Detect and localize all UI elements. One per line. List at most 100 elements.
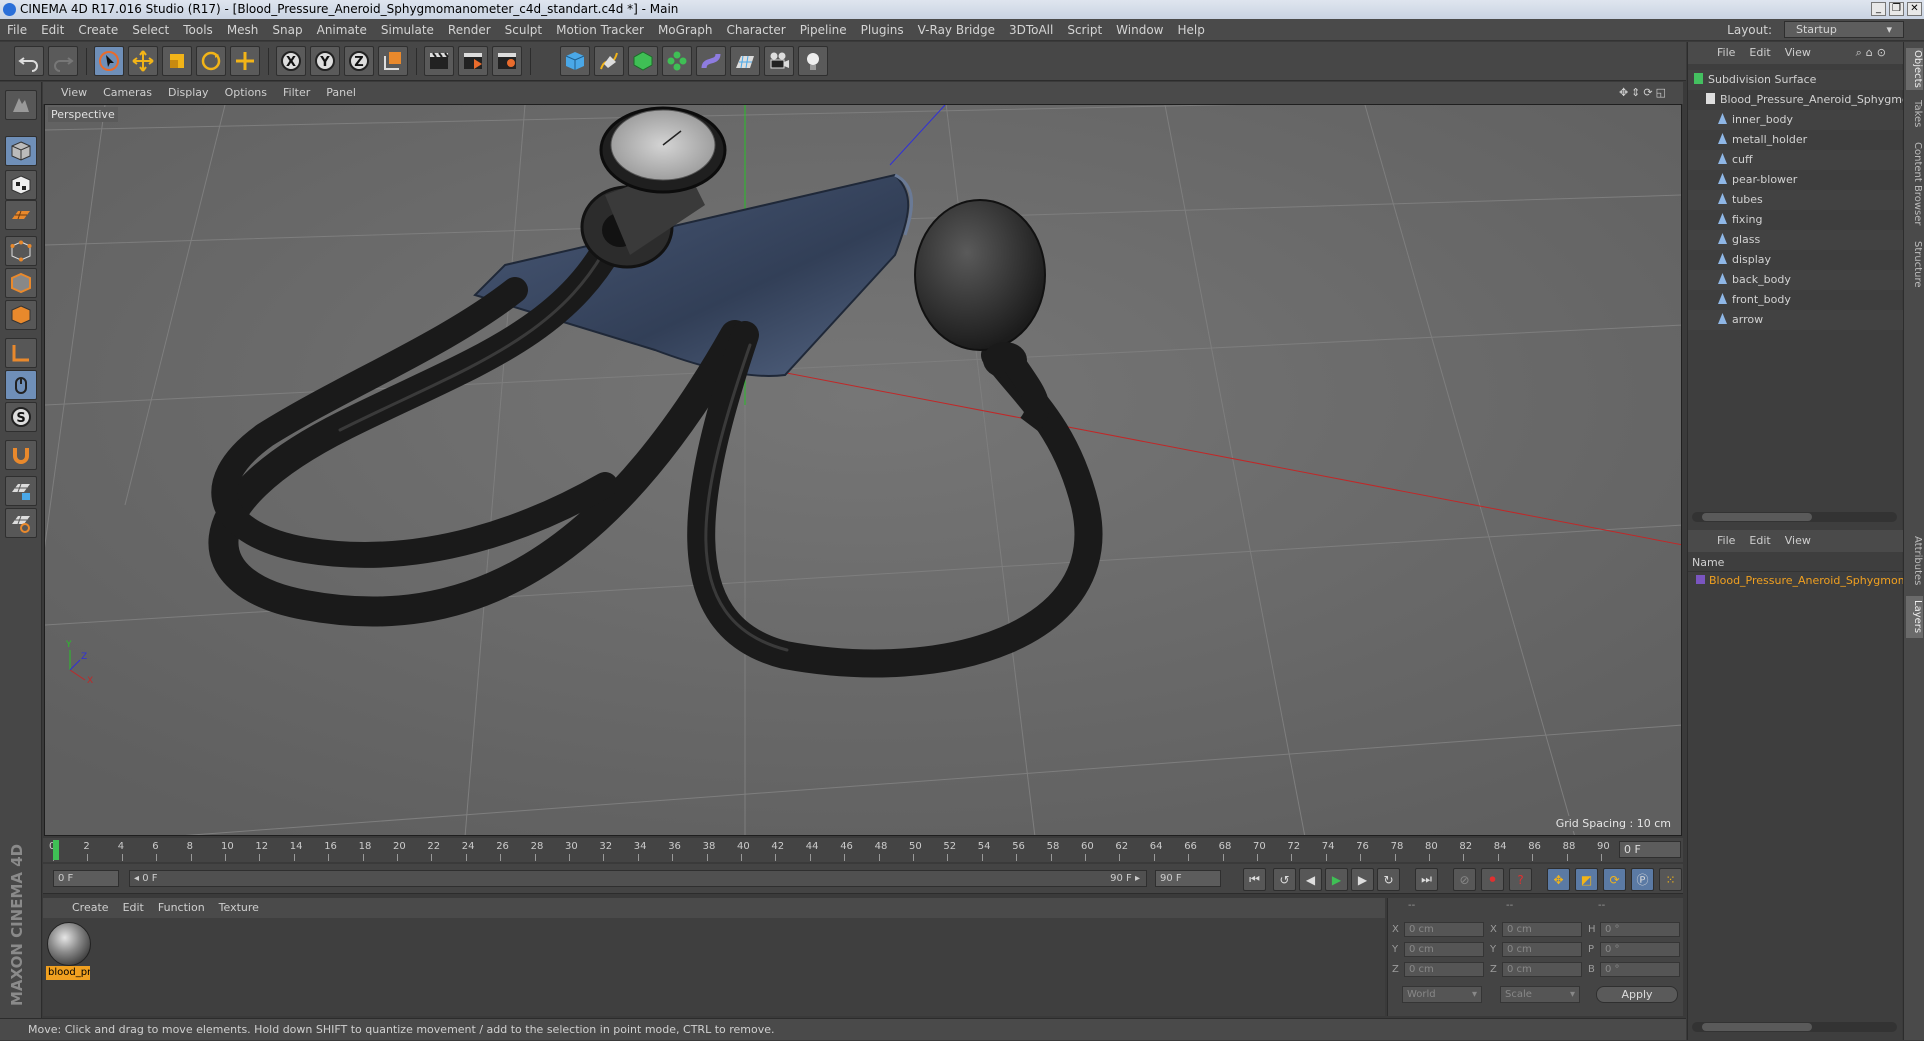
- render-settings-button[interactable]: [492, 46, 522, 76]
- play-button[interactable]: ▶: [1325, 868, 1348, 891]
- menu-create[interactable]: Create: [71, 19, 125, 41]
- cube-object-button[interactable]: [560, 46, 590, 76]
- menu-snap[interactable]: Snap: [265, 19, 309, 41]
- viewport-menu-options[interactable]: Options: [217, 82, 275, 104]
- texture-mode-button[interactable]: [5, 170, 37, 200]
- pen-spline-button[interactable]: [594, 46, 624, 76]
- tab-layers[interactable]: Layers: [1906, 596, 1923, 638]
- minimize-button[interactable]: _: [1871, 2, 1886, 16]
- layer-menu-view[interactable]: View: [1778, 530, 1818, 552]
- layer-manager-scrollbar[interactable]: [1692, 1022, 1897, 1032]
- z-axis-lock-button[interactable]: Z: [344, 46, 374, 76]
- make-editable-button[interactable]: [5, 90, 37, 120]
- object-row[interactable]: cuff: [1688, 150, 1903, 170]
- menu-character[interactable]: Character: [719, 19, 792, 41]
- tweak-mode-button[interactable]: [5, 370, 37, 400]
- material-thumbnail[interactable]: [47, 922, 91, 966]
- object-manager-search-icons[interactable]: ⌕⌂⊙: [1849, 42, 1897, 64]
- edges-mode-button[interactable]: [5, 268, 37, 298]
- layer-menu-edit[interactable]: Edit: [1742, 530, 1777, 552]
- object-row[interactable]: metall_holder: [1688, 130, 1903, 150]
- material-menu-function[interactable]: Function: [151, 898, 212, 918]
- menu-pipeline[interactable]: Pipeline: [793, 19, 854, 41]
- current-frame-field[interactable]: 0 F: [1619, 841, 1681, 858]
- viewport-menu-cameras[interactable]: Cameras: [95, 82, 160, 104]
- menu-window[interactable]: Window: [1109, 19, 1170, 41]
- menu-plugins[interactable]: Plugins: [854, 19, 911, 41]
- object-row[interactable]: front_body: [1688, 290, 1903, 310]
- live-selection-button[interactable]: [94, 46, 124, 76]
- key-scale-button[interactable]: ◩: [1575, 868, 1598, 891]
- menu-sculpt[interactable]: Sculpt: [498, 19, 549, 41]
- tab-attributes[interactable]: Attributes: [1906, 532, 1923, 590]
- menu-script[interactable]: Script: [1060, 19, 1109, 41]
- apply-button[interactable]: Apply: [1596, 986, 1678, 1003]
- menu-edit[interactable]: Edit: [34, 19, 71, 41]
- close-button[interactable]: ✕: [1907, 2, 1922, 16]
- tab-takes[interactable]: Takes: [1906, 96, 1923, 132]
- coordinate-mode-select[interactable]: World ▾: [1402, 986, 1482, 1003]
- object-row[interactable]: arrow: [1688, 310, 1903, 330]
- object-row[interactable]: back_body: [1688, 270, 1903, 290]
- points-mode-button[interactable]: [5, 236, 37, 266]
- autokey-button[interactable]: ⏺: [1481, 868, 1504, 891]
- size-mode-select[interactable]: Scale ▾: [1500, 986, 1580, 1003]
- workplane-mode-button[interactable]: [5, 200, 37, 230]
- material-menu-texture[interactable]: Texture: [212, 898, 266, 918]
- object-row[interactable]: Subdivision Surface: [1688, 70, 1903, 90]
- deformer-button[interactable]: [696, 46, 726, 76]
- keyframe-selection-button[interactable]: ?: [1509, 868, 1532, 891]
- coord-size-x-field[interactable]: 0 cm: [1502, 922, 1582, 937]
- axis-mode-button[interactable]: [5, 338, 37, 368]
- subdivision-surface-button[interactable]: [628, 46, 658, 76]
- previous-frame-button[interactable]: ◀: [1299, 868, 1322, 891]
- viewport-menu-display[interactable]: Display: [160, 82, 217, 104]
- material-menu-create[interactable]: Create: [65, 898, 116, 918]
- perspective-viewport[interactable]: Y Z X Perspective Grid Spacing : 10 cm: [44, 104, 1682, 836]
- coord-rot-p-field[interactable]: 0 °: [1600, 942, 1680, 957]
- coord-size-z-field[interactable]: 0 cm: [1502, 962, 1582, 977]
- object-row[interactable]: fixing: [1688, 210, 1903, 230]
- menu-animate[interactable]: Animate: [310, 19, 374, 41]
- timeline-playhead[interactable]: [53, 840, 59, 860]
- object-menu-file[interactable]: File: [1710, 42, 1742, 64]
- go-to-end-button[interactable]: ⏭: [1415, 868, 1438, 891]
- viewport-menu-view[interactable]: View: [53, 82, 95, 104]
- end-frame-field[interactable]: 90 F: [1155, 870, 1221, 887]
- object-row[interactable]: tubes: [1688, 190, 1903, 210]
- material-menu-edit[interactable]: Edit: [116, 898, 151, 918]
- tab-objects[interactable]: Objects: [1906, 48, 1923, 90]
- y-axis-lock-button[interactable]: Y: [310, 46, 340, 76]
- menu-mesh[interactable]: Mesh: [220, 19, 266, 41]
- key-position-button[interactable]: ✥: [1547, 868, 1570, 891]
- object-menu-edit[interactable]: Edit: [1742, 42, 1777, 64]
- object-manager-scrollbar[interactable]: [1692, 512, 1897, 522]
- key-parameter-button[interactable]: Ⓟ: [1631, 868, 1654, 891]
- menu-motion-tracker[interactable]: Motion Tracker: [549, 19, 651, 41]
- restore-button[interactable]: ❐: [1889, 2, 1904, 16]
- frame-range-slider[interactable]: ◂ 0 F 90 F ▸: [129, 870, 1147, 887]
- workplane-rotate-button[interactable]: [5, 508, 37, 538]
- key-rotation-button[interactable]: ⟳: [1603, 868, 1626, 891]
- layer-menu-file[interactable]: File: [1710, 530, 1742, 552]
- coord-pos-z-field[interactable]: 0 cm: [1404, 962, 1484, 977]
- cloner-button[interactable]: [662, 46, 692, 76]
- menu-render[interactable]: Render: [441, 19, 498, 41]
- coord-size-y-field[interactable]: 0 cm: [1502, 942, 1582, 957]
- coord-pos-y-field[interactable]: 0 cm: [1404, 942, 1484, 957]
- go-to-start-button[interactable]: ⏮: [1243, 868, 1266, 891]
- object-row[interactable]: inner_body: [1688, 110, 1903, 130]
- undo-button[interactable]: [14, 46, 44, 76]
- next-frame-button[interactable]: ▶: [1351, 868, 1374, 891]
- move-tool-button[interactable]: [128, 46, 158, 76]
- material-label[interactable]: blood_pr: [46, 966, 90, 980]
- menu-vray-bridge[interactable]: V-Ray Bridge: [911, 19, 1002, 41]
- floor-button[interactable]: [730, 46, 760, 76]
- object-row[interactable]: pear-blower: [1688, 170, 1903, 190]
- x-axis-lock-button[interactable]: X: [276, 46, 306, 76]
- viewport-navigation-icons[interactable]: ✥⇕⟳◱: [1611, 82, 1677, 104]
- viewport-menu-filter[interactable]: Filter: [275, 82, 318, 104]
- layout-select[interactable]: Startup ▾: [1784, 21, 1904, 38]
- menu-tools[interactable]: Tools: [176, 19, 220, 41]
- menu-3dtoall[interactable]: 3DToAll: [1002, 19, 1060, 41]
